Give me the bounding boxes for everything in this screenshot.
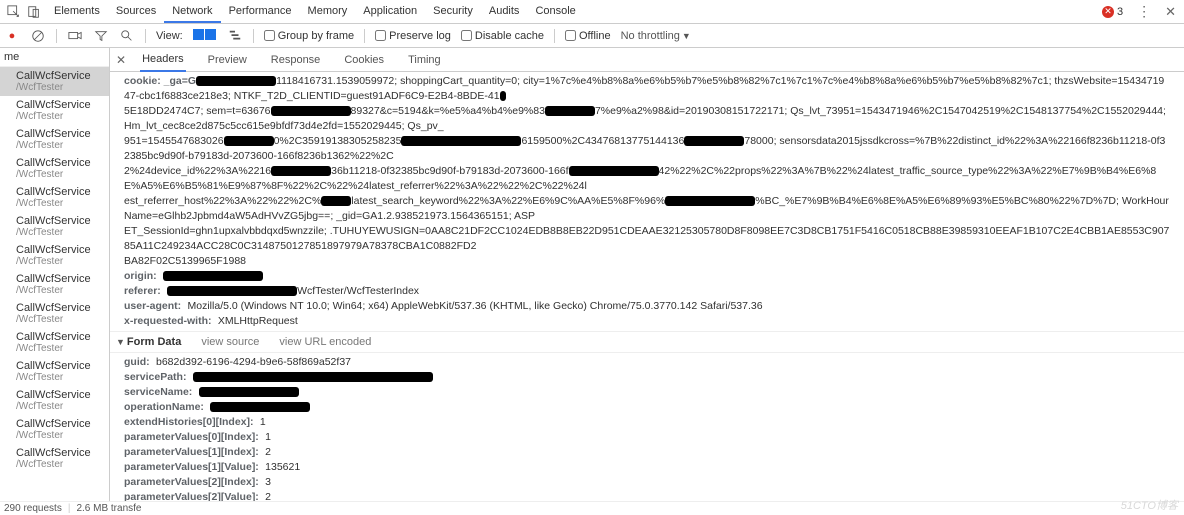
request-detail-pane: ✕ Headers Preview Response Cookies Timing co… bbox=[110, 48, 1184, 501]
devtools-top-bar: ElementsSourcesNetworkPerformanceMemoryA… bbox=[0, 0, 1184, 24]
throttling-select[interactable]: No throttling▼ bbox=[621, 30, 691, 42]
form-data-row: parameterValues[2][Value]: 2 bbox=[124, 490, 1170, 501]
request-item[interactable]: CallWcfService/WcfTester bbox=[0, 357, 109, 386]
inspect-icon[interactable] bbox=[4, 2, 24, 22]
form-data-row: guid: b682d392-6196-4294-b9e6-58f869a52f… bbox=[124, 355, 1170, 370]
kebab-menu-icon[interactable]: ⋮ bbox=[1137, 3, 1151, 20]
form-data-row: servicePath: bbox=[124, 370, 1170, 385]
request-item[interactable]: CallWcfService/WcfTester bbox=[0, 415, 109, 444]
request-item[interactable]: CallWcfService/WcfTester bbox=[0, 183, 109, 212]
detail-tabs: ✕ Headers Preview Response Cookies Timing bbox=[110, 48, 1184, 72]
view-url-encoded-link[interactable]: view URL encoded bbox=[279, 336, 371, 348]
form-data-row: extendHistories[0][Index]: 1 bbox=[124, 415, 1170, 430]
error-count: 3 bbox=[1117, 6, 1123, 18]
top-tab-security[interactable]: Security bbox=[425, 1, 481, 23]
top-tab-performance[interactable]: Performance bbox=[221, 1, 300, 23]
top-tab-memory[interactable]: Memory bbox=[300, 1, 356, 23]
status-bar: 290 requests | 2.6 MB transfe bbox=[0, 501, 1184, 515]
form-data-row: parameterValues[1][Index]: 2 bbox=[124, 445, 1170, 460]
top-tab-console[interactable]: Console bbox=[527, 1, 583, 23]
close-detail-icon[interactable]: ✕ bbox=[116, 53, 126, 67]
request-item[interactable]: CallWcfService/WcfTester bbox=[0, 444, 109, 473]
error-badge[interactable]: ✕3 bbox=[1102, 6, 1123, 18]
top-tab-elements[interactable]: Elements bbox=[46, 1, 108, 23]
view-source-link[interactable]: view source bbox=[201, 336, 259, 348]
requests-count: 290 requests bbox=[4, 503, 62, 514]
request-item[interactable]: CallWcfService/WcfTester bbox=[0, 328, 109, 357]
network-toolbar: ● View: Group by frame Preserve log Disa… bbox=[0, 24, 1184, 48]
request-item[interactable]: CallWcfService/WcfTester bbox=[0, 125, 109, 154]
detail-tab-cookies[interactable]: Cookies bbox=[342, 54, 386, 66]
x-requested-with-key: x-requested-with: bbox=[124, 315, 212, 327]
preserve-log-checkbox[interactable]: Preserve log bbox=[375, 30, 451, 42]
group-by-frame-checkbox[interactable]: Group by frame bbox=[264, 30, 354, 42]
user-agent-key: user-agent: bbox=[124, 300, 181, 312]
form-data-row: parameterValues[0][Index]: 1 bbox=[124, 430, 1170, 445]
transferred-size: 2.6 MB transfe bbox=[76, 503, 141, 514]
request-item[interactable]: CallWcfService/WcfTester bbox=[0, 96, 109, 125]
close-devtools-icon[interactable]: ✕ bbox=[1165, 4, 1176, 20]
request-item[interactable]: CallWcfService/WcfTester bbox=[0, 299, 109, 328]
request-item[interactable]: CallWcfService/WcfTester bbox=[0, 386, 109, 415]
origin-key: origin: bbox=[124, 270, 157, 282]
view-label: View: bbox=[156, 30, 183, 42]
request-item[interactable]: CallWcfService/WcfTester bbox=[0, 67, 109, 96]
filter-icon[interactable] bbox=[93, 28, 109, 44]
request-item[interactable]: CallWcfService/WcfTester bbox=[0, 212, 109, 241]
detail-tab-timing[interactable]: Timing bbox=[406, 54, 443, 66]
search-icon[interactable] bbox=[119, 28, 135, 44]
request-item[interactable]: CallWcfService/WcfTester bbox=[0, 270, 109, 299]
top-tabs: ElementsSourcesNetworkPerformanceMemoryA… bbox=[46, 1, 584, 23]
large-rows-icon[interactable] bbox=[193, 29, 217, 43]
request-item[interactable]: CallWcfService/WcfTester bbox=[0, 241, 109, 270]
name-column-header[interactable]: me bbox=[0, 48, 109, 67]
record-icon[interactable]: ● bbox=[4, 28, 20, 44]
waterfall-icon[interactable] bbox=[227, 28, 243, 44]
top-tab-application[interactable]: Application bbox=[355, 1, 425, 23]
top-tab-sources[interactable]: Sources bbox=[108, 1, 164, 23]
detail-tab-response[interactable]: Response bbox=[269, 54, 323, 66]
form-data-row: operationName: bbox=[124, 400, 1170, 415]
form-data-row: parameterValues[1][Value]: 135621 bbox=[124, 460, 1170, 475]
request-list[interactable]: me CallWcfService/WcfTesterCallWcfServic… bbox=[0, 48, 110, 501]
request-headers-block: cookie: _ga=G1118416731.1539059972; shop… bbox=[110, 72, 1184, 331]
request-item[interactable]: CallWcfService/WcfTester bbox=[0, 154, 109, 183]
disable-cache-checkbox[interactable]: Disable cache bbox=[461, 30, 544, 42]
top-tab-audits[interactable]: Audits bbox=[481, 1, 528, 23]
offline-checkbox[interactable]: Offline bbox=[565, 30, 611, 42]
top-tab-network[interactable]: Network bbox=[164, 1, 220, 23]
camera-icon[interactable] bbox=[67, 28, 83, 44]
device-toolbar-icon[interactable] bbox=[24, 2, 44, 22]
form-data-block: guid: b682d392-6196-4294-b9e6-58f869a52f… bbox=[110, 353, 1184, 501]
detail-tab-preview[interactable]: Preview bbox=[206, 54, 249, 66]
referer-key: referer: bbox=[124, 285, 161, 297]
form-data-row: parameterValues[2][Index]: 3 bbox=[124, 475, 1170, 490]
form-data-section-header[interactable]: ▼Form Data view source view URL encoded bbox=[110, 331, 1184, 353]
form-data-row: serviceName: bbox=[124, 385, 1170, 400]
cookie-key: cookie: _ga=G bbox=[124, 75, 196, 87]
detail-tab-headers[interactable]: Headers bbox=[140, 48, 186, 72]
clear-icon[interactable] bbox=[30, 28, 46, 44]
